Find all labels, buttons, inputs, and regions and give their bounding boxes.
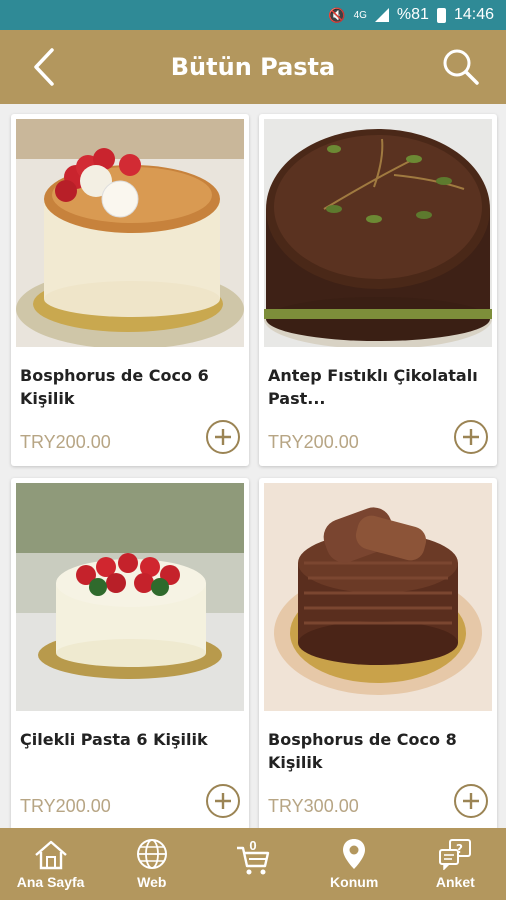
signal-icon <box>374 8 389 22</box>
nav-location[interactable]: Konum <box>309 828 399 900</box>
product-card[interactable]: Çilekli Pasta 6 Kişilik TRY200.00 <box>11 478 249 828</box>
plus-icon <box>463 793 479 809</box>
product-name[interactable]: Bosphorus de Coco 8 Kişilik <box>268 728 488 774</box>
nav-web-label: Web <box>137 874 167 890</box>
app-bar: Bütün Pasta <box>0 30 506 104</box>
product-price: TRY300.00 <box>268 796 359 816</box>
location-pin-icon <box>343 839 366 869</box>
product-name[interactable]: Çilekli Pasta 6 Kişilik <box>20 728 240 751</box>
nav-survey-label: Anket <box>435 874 475 890</box>
back-arrow-icon <box>34 48 54 86</box>
search-icon <box>443 49 479 85</box>
nav-home-label: Ana Sayfa <box>16 874 85 890</box>
add-to-cart-button[interactable] <box>454 784 488 818</box>
cart-count-badge: 0 <box>249 838 257 853</box>
product-card[interactable]: Bosphorus de Coco 6 Kişilik TRY200.00 <box>11 114 249 466</box>
product-card[interactable]: Bosphorus de Coco 8 Kişilik TRY300.00 <box>259 478 497 828</box>
nav-web[interactable]: Web <box>107 828 197 900</box>
plus-icon <box>215 793 231 809</box>
add-to-cart-button[interactable] <box>206 784 240 818</box>
product-name[interactable]: Bosphorus de Coco 6 Kişilik <box>20 364 240 410</box>
home-icon <box>34 840 67 870</box>
add-to-cart-button[interactable] <box>206 420 240 454</box>
product-image[interactable] <box>264 483 492 711</box>
plus-icon <box>215 429 231 445</box>
globe-icon <box>136 839 167 869</box>
product-grid: Bosphorus de Coco 6 Kişilik TRY200.00 An… <box>0 104 506 828</box>
product-name[interactable]: Antep Fıstıklı Çikolatalı Past... <box>268 364 488 410</box>
status-bar: 🔇 4G %81 14:46 <box>0 0 506 30</box>
battery-percent: %81 <box>396 6 429 23</box>
nav-home[interactable]: Ana Sayfa <box>6 828 96 900</box>
page-title: Bütün Pasta <box>170 53 336 81</box>
back-button[interactable] <box>24 44 64 90</box>
product-image[interactable] <box>16 119 244 347</box>
product-price: TRY200.00 <box>20 432 111 452</box>
product-price: TRY200.00 <box>20 796 111 816</box>
product-card[interactable]: Antep Fıstıklı Çikolatalı Past... TRY200… <box>259 114 497 466</box>
product-price: TRY200.00 <box>268 432 359 452</box>
nav-location-label: Konum <box>330 874 379 890</box>
survey-chat-icon: ? <box>439 839 472 870</box>
nav-survey[interactable]: ? Anket <box>410 828 500 900</box>
product-image[interactable] <box>264 119 492 347</box>
search-button[interactable] <box>438 44 484 90</box>
plus-icon <box>463 429 479 445</box>
network-type: 4G <box>353 9 367 21</box>
battery-icon <box>436 7 446 23</box>
clock: 14:46 <box>453 6 494 23</box>
bottom-nav: Ana Sayfa Web 0 Konum ? Anket <box>0 828 506 900</box>
nav-cart[interactable]: 0 <box>208 828 298 900</box>
add-to-cart-button[interactable] <box>454 420 488 454</box>
product-image[interactable] <box>16 483 244 711</box>
mute-icon: 🔇 <box>328 6 346 23</box>
